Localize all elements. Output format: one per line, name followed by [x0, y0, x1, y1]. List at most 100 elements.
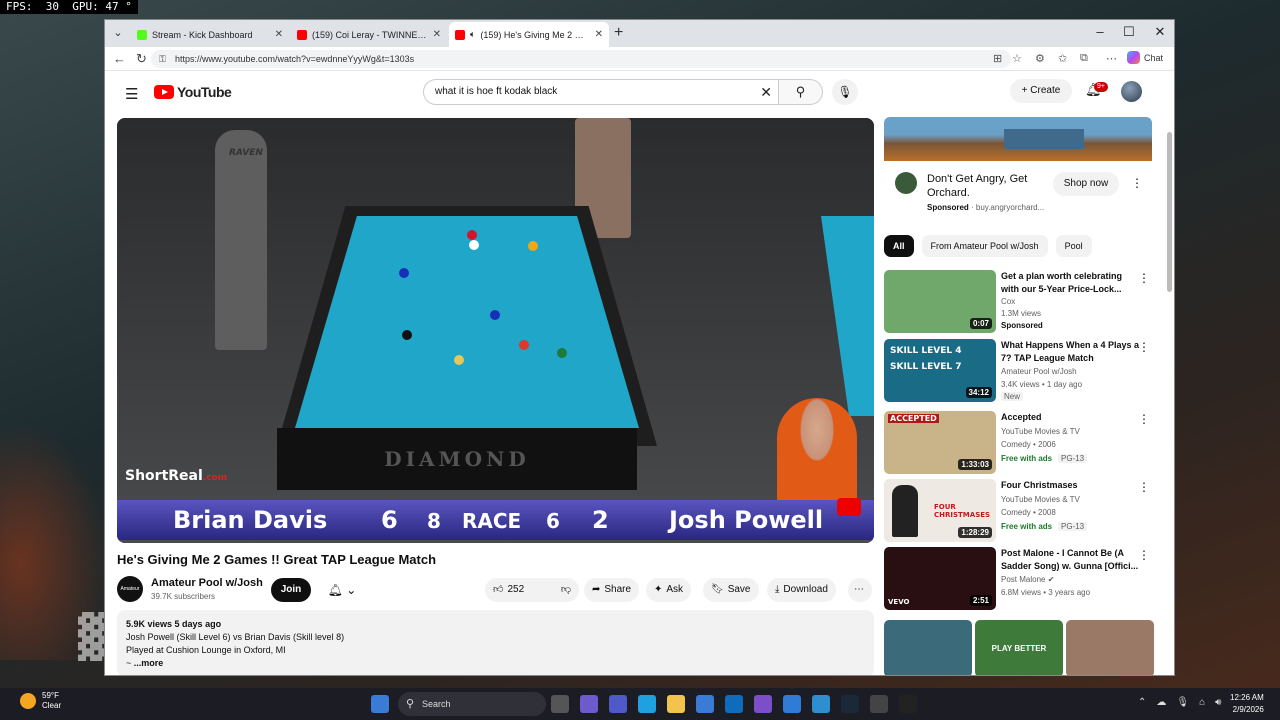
video-title: Accepted	[1001, 412, 1042, 422]
ad-title[interactable]: Don't Get Angry, Get Orchard.	[927, 172, 1057, 200]
store-icon[interactable]	[696, 695, 714, 713]
close-window-icon[interactable]: ✕	[1150, 24, 1170, 40]
video-player[interactable]: RAVEN DIAMOND ShortReal.com Brian Davis …	[117, 118, 874, 543]
short-thumbnail[interactable]: PLAY BETTER	[975, 620, 1063, 675]
account-avatar[interactable]	[1121, 81, 1142, 102]
ad-sponsored-label: Sponsored	[927, 203, 969, 212]
clear-search-icon[interactable]: ✕	[760, 80, 772, 104]
join-button[interactable]: Join	[271, 578, 311, 602]
close-tab-icon[interactable]: ✕	[433, 29, 441, 40]
taskbar-search[interactable]: ⚲ Search	[398, 692, 546, 716]
recommended-video[interactable]: SKILL LEVEL 4 SKILL LEVEL 7 34:12 What Ha…	[884, 339, 1152, 403]
task-view-icon[interactable]	[551, 695, 569, 713]
youtube-logo[interactable]: YouTube	[154, 84, 232, 100]
video-thumbnail[interactable]: ACCEPTED 1:33:03	[884, 411, 996, 474]
description-box[interactable]: 5.9K views 5 days ago Josh Powell (Skill…	[117, 610, 874, 675]
ask-button[interactable]: ✦ Ask	[646, 578, 692, 602]
app-icon[interactable]	[783, 695, 801, 713]
discord-icon[interactable]	[754, 695, 772, 713]
voice-search-button[interactable]: 🎙︎	[832, 79, 858, 105]
reload-icon[interactable]: ↻	[136, 51, 147, 67]
video-menu-icon[interactable]: ⋮	[1138, 340, 1150, 354]
clock[interactable]: 12:26 AM 2/9/2026	[1230, 692, 1264, 716]
video-menu-icon[interactable]: ⋮	[1138, 412, 1150, 426]
video-thumbnail[interactable]: VEVO 2:51	[884, 547, 996, 610]
steam-icon[interactable]	[841, 695, 859, 713]
call-of-duty-icon[interactable]	[899, 695, 917, 713]
new-tab-plus-icon[interactable]: +	[614, 24, 623, 42]
tray-chevron-icon[interactable]: ⌃	[1138, 697, 1146, 708]
subscribe-watermark-icon[interactable]	[837, 498, 861, 516]
shop-now-button[interactable]: Shop now	[1053, 172, 1119, 196]
visual-studio-icon[interactable]	[812, 695, 830, 713]
save-button[interactable]: 🔖︎ Save	[703, 578, 759, 602]
chip-from-channel[interactable]: From Amateur Pool w/Josh	[921, 235, 1048, 257]
ad-banner-image	[884, 117, 1152, 161]
extension-icon[interactable]: ⚙	[1035, 52, 1045, 65]
like-button[interactable]: 👍︎ 252 👎︎	[485, 578, 579, 602]
more-menu-icon[interactable]: ⋯	[1106, 52, 1117, 65]
back-icon[interactable]: ←	[113, 51, 126, 66]
recommended-video[interactable]: ACCEPTED 1:33:03 Accepted YouTube Movies…	[884, 411, 1152, 475]
tab-current-video[interactable]: 🔈︎ (159) He's Giving Me 2 Games !! ✕	[449, 22, 609, 47]
minimize-icon[interactable]: –	[1090, 24, 1110, 39]
weather-widget[interactable]: 59°F Clear	[20, 691, 61, 711]
tab-coi-leray[interactable]: (159) Coi Leray - TWINNEM (Remix) ✕	[291, 22, 447, 47]
outlook-icon[interactable]	[725, 695, 743, 713]
video-menu-icon[interactable]: ⋮	[1138, 480, 1150, 494]
chip-all[interactable]: All	[884, 235, 914, 257]
video-meta: 6.8M views • 3 years ago	[1001, 588, 1091, 597]
ad-menu-icon[interactable]: ⋮	[1131, 176, 1143, 190]
recommended-video[interactable]: VEVO 2:51 Post Malone - I Cannot Be (A S…	[884, 547, 1152, 611]
subscription-bell-button[interactable]: 🔔︎ ⌄	[319, 579, 365, 601]
onedrive-icon[interactable]: ☁	[1156, 697, 1166, 708]
copilot-app-icon[interactable]	[580, 695, 598, 713]
search-input[interactable]: what it is hoe ft kodak black ✕	[423, 79, 779, 105]
copilot-chat-button[interactable]: Chat	[1127, 51, 1163, 64]
close-tab-icon[interactable]: ✕	[275, 29, 283, 40]
channel-avatar[interactable]: Amateur Pool	[117, 576, 143, 618]
app-install-icon[interactable]: ⊞	[993, 52, 1002, 65]
close-tab-icon[interactable]: ✕	[595, 29, 603, 40]
recommended-video[interactable]: FOUR CHRISTMASES 1:28:29 Four Christmase…	[884, 479, 1152, 543]
volume-icon[interactable]: 🔊︎	[1215, 697, 1221, 708]
start-menu-icon[interactable]	[371, 695, 389, 713]
thumbs-down-icon[interactable]: 👎︎	[561, 578, 571, 602]
more-actions-button[interactable]: ⋯	[848, 578, 872, 602]
sponsored-ad-card[interactable]: Don't Get Angry, Get Orchard. Sponsored …	[884, 117, 1152, 223]
maximize-icon[interactable]: ☐	[1119, 24, 1139, 40]
logo-text: YouTube	[177, 84, 232, 100]
search-button[interactable]: ⚲	[779, 79, 823, 105]
file-explorer-icon[interactable]	[667, 695, 685, 713]
video-title: He's Giving Me 2 Games !! Great TAP Leag…	[117, 552, 437, 567]
channel-name[interactable]: Amateur Pool w/Josh	[151, 577, 263, 589]
video-thumbnail[interactable]: 0:07	[884, 270, 996, 333]
favorites-icon[interactable]: ✩	[1058, 52, 1067, 65]
page-scrollbar[interactable]	[1167, 132, 1172, 292]
short-thumbnail[interactable]	[884, 620, 972, 675]
tab-list-chevron-icon[interactable]: ⌄	[111, 26, 125, 40]
tab-kick[interactable]: Stream - Kick Dashboard ✕	[131, 22, 289, 47]
share-button[interactable]: ➦ Share	[584, 578, 640, 602]
video-menu-icon[interactable]: ⋮	[1138, 548, 1150, 562]
speaker-icon[interactable]: 🔈︎	[470, 29, 475, 40]
teams-icon[interactable]	[609, 695, 627, 713]
network-icon[interactable]: ⌂	[1199, 697, 1205, 708]
more-link[interactable]: ~ ...more	[126, 657, 865, 670]
collections-icon[interactable]: ⧉	[1080, 52, 1088, 65]
short-thumbnail[interactable]	[1066, 620, 1154, 675]
create-button[interactable]: + Create	[1010, 79, 1072, 103]
edge-icon[interactable]	[638, 695, 656, 713]
sparkle-icon: ✦	[654, 584, 663, 595]
video-thumbnail[interactable]: FOUR CHRISTMASES 1:28:29	[884, 479, 996, 542]
recommended-video[interactable]: 0:07 Get a plan worth celebrating with o…	[884, 270, 1152, 334]
url-field[interactable]: ⚿ https://www.youtube.com/watch?v=ewdnne…	[151, 50, 1011, 68]
favorite-star-icon[interactable]: ☆	[1012, 52, 1022, 65]
video-thumbnail[interactable]: SKILL LEVEL 4 SKILL LEVEL 7 34:12	[884, 339, 996, 402]
menu-hamburger-icon[interactable]: ☰	[125, 85, 138, 103]
video-menu-icon[interactable]: ⋮	[1138, 271, 1150, 285]
mic-icon[interactable]: 🎙︎	[1176, 697, 1189, 708]
obs-icon[interactable]	[870, 695, 888, 713]
chip-pool[interactable]: Pool	[1055, 235, 1092, 257]
download-button[interactable]: ⤓ Download	[767, 578, 836, 602]
